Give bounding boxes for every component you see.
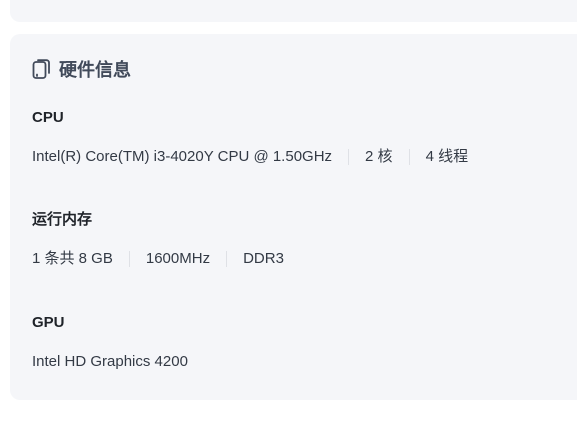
cpu-section: CPU Intel(R) Core(TM) i3-4020Y CPU @ 1.5… bbox=[32, 108, 468, 167]
memory-type: DDR3 bbox=[243, 250, 284, 267]
separator bbox=[226, 251, 228, 267]
separator bbox=[128, 251, 130, 267]
cpu-threads: 4 线程 bbox=[425, 148, 469, 165]
memory-section: 运行内存 1 条共 8 GB 1600MHz DDR3 bbox=[32, 210, 284, 269]
memory-details: 1 条共 8 GB 1600MHz DDR3 bbox=[32, 249, 284, 269]
previous-card bbox=[10, 0, 577, 22]
gpu-details: Intel HD Graphics 4200 bbox=[32, 352, 188, 372]
cpu-details: Intel(R) Core(TM) i3-4020Y CPU @ 1.50GHz… bbox=[32, 147, 468, 167]
separator bbox=[408, 149, 410, 165]
device-icon bbox=[32, 58, 51, 80]
gpu-model: Intel HD Graphics 4200 bbox=[32, 353, 188, 370]
memory-modules: 1 条共 8 GB bbox=[32, 250, 113, 267]
cpu-label: CPU bbox=[32, 109, 64, 126]
cpu-model: Intel(R) Core(TM) i3-4020Y CPU @ 1.50GHz bbox=[32, 148, 333, 165]
memory-label: 运行内存 bbox=[32, 211, 93, 228]
cpu-cores: 2 核 bbox=[365, 148, 393, 165]
memory-speed: 1600MHz bbox=[145, 250, 211, 267]
hardware-info-card: 硬件信息 CPU Intel(R) Core(TM) i3-4020Y CPU … bbox=[10, 34, 577, 400]
separator bbox=[348, 149, 350, 165]
card-header: 硬件信息 bbox=[32, 57, 131, 81]
card-title: 硬件信息 bbox=[59, 60, 131, 80]
gpu-label: GPU bbox=[32, 314, 65, 331]
gpu-section: GPU Intel HD Graphics 4200 bbox=[32, 313, 188, 372]
